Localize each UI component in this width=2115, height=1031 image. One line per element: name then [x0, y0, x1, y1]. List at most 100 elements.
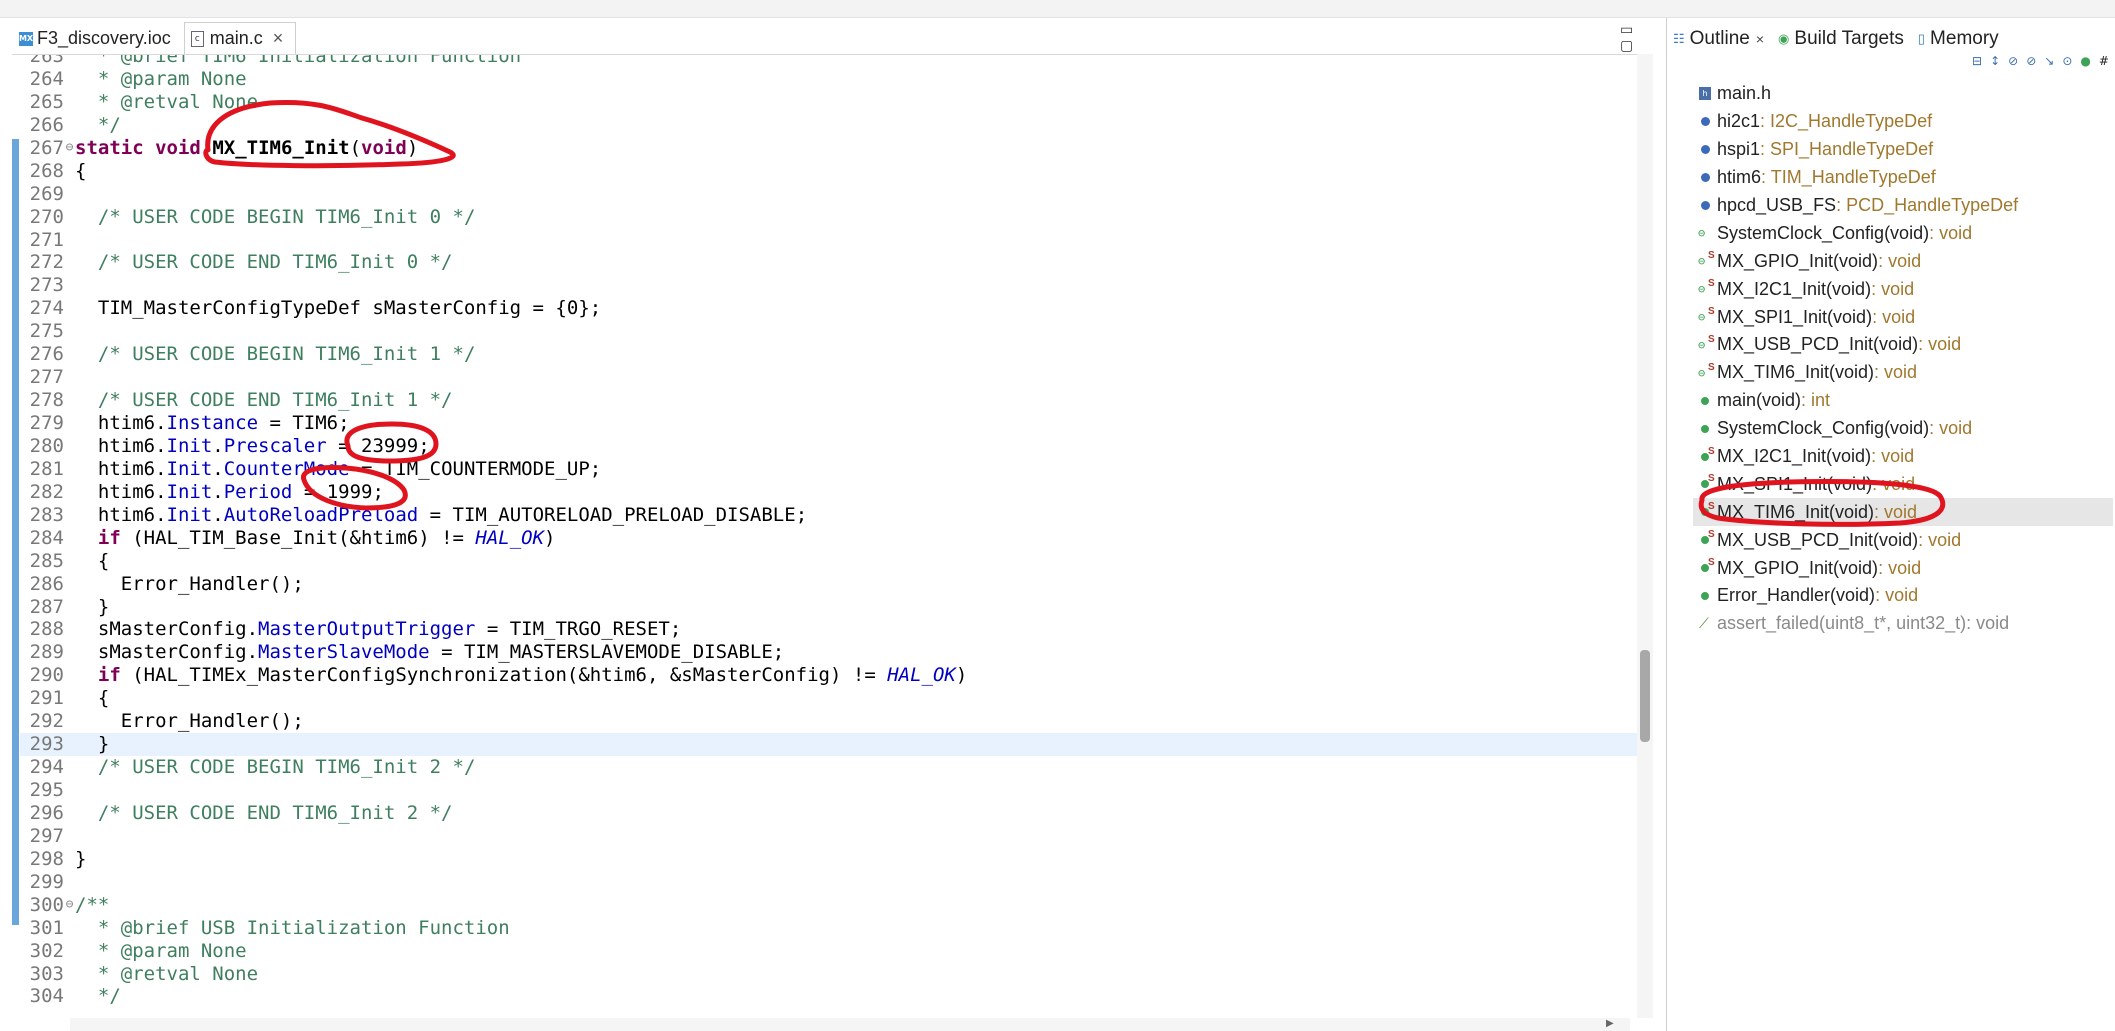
- code-line[interactable]: 294 /* USER CODE BEGIN TIM6_Init 2 */: [20, 756, 1637, 779]
- outline-item[interactable]: S MX_TIM6_Init(void) : void: [1693, 498, 2113, 527]
- static-prototype-icon: ⊖ S: [1698, 306, 1715, 325]
- outline-item[interactable]: h main.h: [1693, 80, 2113, 108]
- outline-item[interactable]: ⟋ assert_failed(uint8_t*, uint32_t) : voi…: [1693, 610, 2113, 638]
- code-line[interactable]: 277: [20, 366, 1637, 389]
- code-line[interactable]: 282 htim6.Init.Period = 1999;: [20, 481, 1637, 504]
- code-line[interactable]: 291 {: [20, 687, 1637, 710]
- code-token: * @param None: [75, 939, 247, 962]
- outline-item[interactable]: ⊖ S MX_TIM6_Init(void) : void: [1693, 359, 2113, 387]
- code-line[interactable]: 292 Error_Handler();: [20, 710, 1637, 733]
- vertical-scrollbar[interactable]: [1637, 54, 1653, 1018]
- code-line[interactable]: 304 */: [20, 985, 1637, 1008]
- outline-item-name: MX_SPI1_Init(void): [1717, 306, 1873, 327]
- code-line[interactable]: 295: [20, 779, 1637, 802]
- code-line[interactable]: 288 sMasterConfig.MasterOutputTrigger = …: [20, 618, 1637, 641]
- fold-gutter: [64, 963, 75, 986]
- code-line[interactable]: 300 ⊖/**: [20, 894, 1637, 917]
- code-line[interactable]: 301 * @brief USB Initialization Function: [20, 917, 1637, 940]
- code-line[interactable]: 274 TIM_MasterConfigTypeDef sMasterConfi…: [20, 297, 1637, 320]
- outline-item[interactable]: ⊖ S MX_SPI1_Init(void) : void: [1693, 303, 2113, 331]
- code-line[interactable]: 276 /* USER CODE BEGIN TIM6_Init 1 */: [20, 343, 1637, 366]
- code-token: /* USER CODE BEGIN TIM6_Init 2 */: [97, 756, 476, 779]
- tab-main-c[interactable]: c main.c ×: [183, 22, 297, 54]
- outline-item[interactable]: ⊖ SystemClock_Config(void) : void: [1693, 219, 2113, 247]
- close-icon[interactable]: ×: [273, 28, 284, 49]
- code-token: ): [406, 136, 419, 159]
- code-line[interactable]: 290 if (HAL_TIMEx_MasterConfigSynchroniz…: [20, 664, 1637, 687]
- code-line[interactable]: 285 {: [20, 550, 1637, 573]
- code-line[interactable]: 279 htim6.Instance = TIM6;: [20, 412, 1637, 435]
- code-line[interactable]: 267 ⊖ static void MX_TIM6_Init(void): [20, 137, 1637, 160]
- tab-f3-discovery-ioc[interactable]: MX F3_discovery.ioc: [12, 22, 184, 54]
- fold-gutter: [64, 229, 75, 252]
- code-line[interactable]: 263 * @brief TIM6 Initialization Functio…: [20, 55, 1637, 68]
- horizontal-scrollbar[interactable]: [70, 1018, 1630, 1031]
- code-line[interactable]: 286 Error_Handler();: [20, 573, 1637, 596]
- editor-window-controls[interactable]: ▭ ▢: [1620, 22, 1658, 54]
- code-token: htim6.: [75, 480, 167, 503]
- code-line[interactable]: 280 htim6.Init.Prescaler = 23999;: [20, 435, 1637, 458]
- static-prototype-icon: ⊖ S: [1698, 250, 1715, 269]
- outline-item[interactable]: ⊖ S MX_GPIO_Init(void) : void: [1693, 247, 2113, 275]
- code-line[interactable]: 266 */: [20, 114, 1637, 137]
- outline-item[interactable]: ⊖ S MX_USB_PCD_Init(void) : void: [1693, 331, 2113, 359]
- collapse-all-icon[interactable]: ⊟: [1972, 54, 1982, 68]
- tab-memory[interactable]: ▯ Memory: [1918, 28, 1999, 50]
- close-icon[interactable]: ×: [1756, 31, 1764, 47]
- code-line[interactable]: 284 if (HAL_TIM_Base_Init(&htim6) != HAL…: [20, 527, 1637, 550]
- static-function-icon: S: [1697, 529, 1717, 549]
- code-line[interactable]: 275: [20, 320, 1637, 343]
- code-line[interactable]: 297: [20, 825, 1637, 848]
- outline-item[interactable]: S MX_I2C1_Init(void) : void: [1693, 443, 2113, 471]
- code-line[interactable]: 299: [20, 871, 1637, 894]
- hide-nonpublic-icon[interactable]: ↘: [2044, 54, 2054, 68]
- code-line[interactable]: 272 /* USER CODE END TIM6_Init 0 */: [20, 251, 1637, 274]
- code-line[interactable]: 271: [20, 229, 1637, 252]
- outline-item[interactable]: htim6 : TIM_HandleTypeDef: [1693, 164, 2113, 192]
- code-line[interactable]: 268 {: [20, 160, 1637, 183]
- code-line[interactable]: 278 /* USER CODE END TIM6_Init 1 */: [20, 389, 1637, 412]
- static-function-icon: S: [1697, 446, 1717, 466]
- hash-icon[interactable]: #: [2099, 54, 2109, 68]
- code-line[interactable]: 281 htim6.Init.CounterMode = TIM_COUNTER…: [20, 458, 1637, 481]
- outline-item[interactable]: hpcd_USB_FS : PCD_HandleTypeDef: [1693, 192, 2113, 220]
- outline-item[interactable]: Error_Handler(void) : void: [1693, 582, 2113, 610]
- code-editor[interactable]: 263 * @brief TIM6 Initialization Functio…: [12, 54, 1637, 1018]
- code-token: Period: [223, 480, 293, 503]
- outline-item[interactable]: S MX_USB_PCD_Init(void) : void: [1693, 526, 2113, 554]
- fold-gutter: [64, 687, 75, 710]
- tab-build-targets[interactable]: ◉ Build Targets: [1778, 28, 1904, 50]
- code-line[interactable]: 273: [20, 274, 1637, 297]
- code-line[interactable]: 270 /* USER CODE BEGIN TIM6_Init 0 */: [20, 206, 1637, 229]
- code-line[interactable]: 298}: [20, 848, 1637, 871]
- fold-gutter: [64, 664, 75, 687]
- outline-item[interactable]: ⊖ S MX_I2C1_Init(void) : void: [1693, 275, 2113, 303]
- outline-item[interactable]: S MX_GPIO_Init(void) : void: [1693, 554, 2113, 582]
- sort-icon[interactable]: ↕: [1990, 54, 2000, 68]
- green-dot-icon[interactable]: ●: [2080, 54, 2090, 68]
- scrollbar-thumb[interactable]: [1640, 650, 1650, 742]
- code-line[interactable]: 296 /* USER CODE END TIM6_Init 2 */: [20, 802, 1637, 825]
- code-line[interactable]: 289 sMasterConfig.MasterSlaveMode = TIM_…: [20, 641, 1637, 664]
- scroll-right-icon[interactable]: ▶: [1606, 1018, 1614, 1029]
- outline-item[interactable]: hi2c1 : I2C_HandleTypeDef: [1693, 108, 2113, 136]
- code-line[interactable]: 293 }: [20, 733, 1637, 757]
- outline-item[interactable]: SystemClock_Config(void) : void: [1693, 415, 2113, 443]
- line-number: 284: [29, 526, 64, 549]
- outline-item[interactable]: S MX_SPI1_Init(void) : void: [1693, 470, 2113, 498]
- outline-item[interactable]: main(void) : int: [1693, 387, 2113, 415]
- fold-toggle-icon[interactable]: ⊖: [64, 137, 75, 160]
- code-line[interactable]: 269: [20, 183, 1637, 206]
- filter-icon[interactable]: ⊙: [2062, 54, 2072, 68]
- tab-outline[interactable]: ☷ Outline ×: [1673, 28, 1764, 50]
- outline-item[interactable]: hspi1 : SPI_HandleTypeDef: [1693, 136, 2113, 164]
- code-line[interactable]: 265 * @retval None: [20, 91, 1637, 114]
- fold-toggle-icon[interactable]: ⊖: [64, 894, 75, 917]
- code-line[interactable]: 287 }: [20, 596, 1637, 619]
- hide-static-icon[interactable]: ⊘: [2026, 54, 2036, 68]
- code-line[interactable]: 303 * @retval None: [20, 963, 1637, 986]
- code-line[interactable]: 283 htim6.Init.AutoReloadPreload = TIM_A…: [20, 504, 1637, 527]
- code-line[interactable]: 302 * @param None: [20, 940, 1637, 963]
- code-line[interactable]: 264 * @param None: [20, 68, 1637, 91]
- hide-fields-icon[interactable]: ⊘: [2008, 54, 2018, 68]
